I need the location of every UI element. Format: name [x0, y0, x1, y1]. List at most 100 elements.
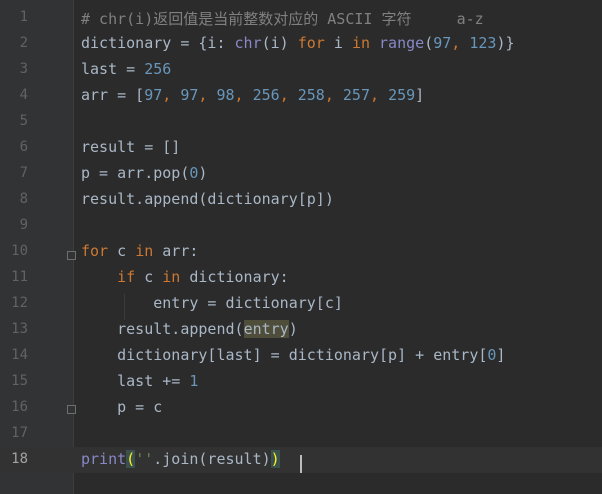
- code-text[interactable]: print(''.join(result)): [81, 450, 280, 468]
- code-token: in: [162, 268, 181, 286]
- code-token: (: [126, 450, 136, 468]
- code-text[interactable]: dictionary = {i: chr(i) for i in range(9…: [81, 34, 515, 52]
- code-token: result = []: [81, 138, 181, 156]
- code-token: for: [81, 242, 109, 260]
- code-line[interactable]: 13 result.append(entry): [0, 317, 602, 343]
- line-number: 5: [19, 113, 28, 129]
- code-token: print: [81, 450, 127, 468]
- code-token: entry: [243, 320, 289, 338]
- code-token: 97: [144, 86, 163, 104]
- code-line[interactable]: 12 entry = dictionary[c]: [0, 291, 602, 317]
- code-token: (i): [261, 34, 298, 52]
- code-token: arr = [: [81, 86, 145, 104]
- line-number: 8: [19, 191, 28, 207]
- code-token: )}: [496, 34, 515, 52]
- code-token: ,: [162, 86, 181, 104]
- code-text[interactable]: if c in dictionary:: [81, 268, 289, 286]
- code-text[interactable]: for c in arr:: [81, 242, 198, 260]
- code-token: 257: [342, 86, 370, 104]
- line-number: 9: [19, 217, 28, 233]
- code-token: chr: [234, 34, 262, 52]
- code-token: 1: [189, 372, 199, 390]
- code-line[interactable]: 2 dictionary = {i: chr(i) for i in range(…: [0, 31, 602, 57]
- code-token: in: [135, 242, 154, 260]
- line-number: 18: [11, 451, 28, 467]
- code-token: arr:: [153, 242, 199, 260]
- code-token: ,: [451, 34, 470, 52]
- fold-close-icon[interactable]: [67, 405, 76, 414]
- code-token: 256: [144, 60, 172, 78]
- code-token: ): [288, 320, 298, 338]
- code-token: result.append(: [81, 320, 244, 338]
- indent-guide: [124, 294, 125, 320]
- code-text[interactable]: entry = dictionary[c]: [81, 294, 343, 312]
- code-text[interactable]: last = 256: [81, 60, 171, 78]
- code-line[interactable]: 16 p = c: [0, 395, 602, 421]
- code-line[interactable]: 10 for c in arr:: [0, 239, 602, 265]
- code-token: ): [270, 450, 280, 468]
- code-line[interactable]: 3 last = 256: [0, 57, 602, 83]
- text-caret: [300, 455, 302, 473]
- code-line[interactable]: 6 result = []: [0, 135, 602, 161]
- code-token: 123: [469, 34, 497, 52]
- line-number: 3: [19, 61, 28, 77]
- code-token: ,: [324, 86, 343, 104]
- code-token: if: [117, 268, 136, 286]
- line-number: 1: [19, 9, 28, 25]
- line-number: 7: [19, 165, 28, 181]
- code-text[interactable]: result.append(entry): [81, 320, 298, 338]
- code-token: 97: [180, 86, 199, 104]
- code-text[interactable]: p = c: [81, 398, 162, 416]
- line-number: 4: [19, 87, 28, 103]
- code-token: entry = dictionary[c]: [81, 294, 343, 312]
- code-token: ): [198, 164, 208, 182]
- code-token: 97: [433, 34, 452, 52]
- line-number: 15: [11, 373, 28, 389]
- code-line[interactable]: 15 last += 1: [0, 369, 602, 395]
- code-text[interactable]: result = []: [81, 138, 180, 156]
- line-number: 13: [11, 321, 28, 337]
- line-number: 6: [19, 139, 28, 155]
- code-token: (: [424, 34, 434, 52]
- code-text[interactable]: result.append(dictionary[p]): [81, 190, 334, 208]
- code-token: last =: [81, 60, 145, 78]
- code-token: c: [135, 268, 163, 286]
- line-number: 10: [11, 243, 28, 259]
- code-token: i: [324, 34, 352, 52]
- fold-open-icon[interactable]: [67, 251, 76, 260]
- code-token: .join(result): [153, 450, 271, 468]
- code-line[interactable]: 5: [0, 109, 602, 135]
- line-number: 17: [11, 425, 28, 441]
- code-token: ]: [496, 346, 506, 364]
- line-number: 2: [19, 35, 28, 51]
- code-token: p = arr.pop(: [81, 164, 190, 182]
- code-editor[interactable]: 1 # chr(i)返回值是当前整数对应的 ASCII 字符 a-z 2 dictio…: [0, 0, 602, 494]
- code-token: in: [351, 34, 370, 52]
- code-line[interactable]: 7 p = arr.pop(0): [0, 161, 602, 187]
- code-text[interactable]: arr = [97, 97, 98, 256, 258, 257, 259]: [81, 86, 424, 104]
- code-text[interactable]: # chr(i)返回值是当前整数对应的 ASCII 字符 a-z: [81, 8, 484, 29]
- code-token: p = c: [81, 398, 163, 416]
- code-token: ,: [279, 86, 298, 104]
- code-token: for: [297, 34, 325, 52]
- code-token: range: [379, 34, 425, 52]
- code-line[interactable]: 1 # chr(i)返回值是当前整数对应的 ASCII 字符 a-z: [0, 5, 602, 31]
- code-line[interactable]: 8 result.append(dictionary[p]): [0, 187, 602, 213]
- code-text[interactable]: dictionary[last] = dictionary[p] + entry…: [81, 346, 505, 364]
- code-line[interactable]: 11 if c in dictionary:: [0, 265, 602, 291]
- code-token: result.append(dictionary[p]): [81, 190, 334, 208]
- code-token: ]: [415, 86, 425, 104]
- code-text[interactable]: p = arr.pop(0): [81, 164, 207, 182]
- line-number: 16: [11, 399, 28, 415]
- code-token: ,: [234, 86, 253, 104]
- code-token: last +=: [81, 372, 190, 390]
- code-line[interactable]: 4 arr = [97, 97, 98, 256, 258, 257, 259]: [0, 83, 602, 109]
- code-line[interactable]: 9: [0, 213, 602, 239]
- line-number: 11: [11, 269, 28, 285]
- code-line[interactable]: 14 dictionary[last] = dictionary[p] + en…: [0, 343, 602, 369]
- code-token: c: [108, 242, 136, 260]
- code-line[interactable]: 17: [0, 421, 602, 447]
- code-text[interactable]: last += 1: [81, 372, 198, 390]
